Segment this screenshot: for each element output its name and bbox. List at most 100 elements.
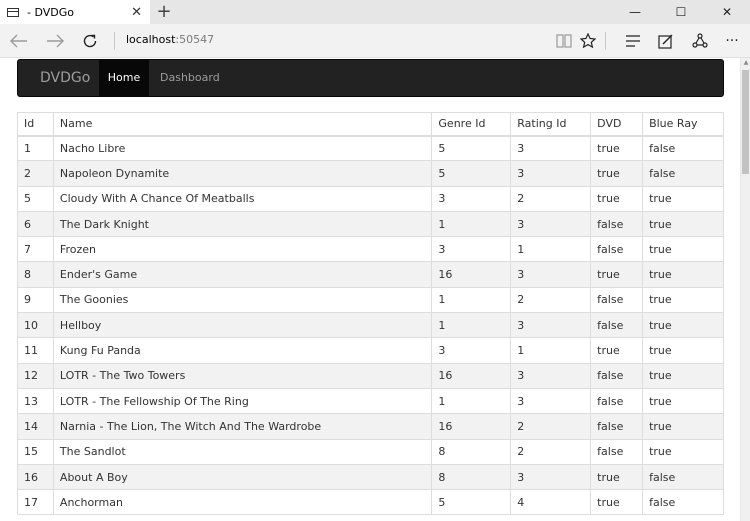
column-header-name: Name <box>52 112 433 137</box>
refresh-button[interactable] <box>73 24 107 58</box>
cell-id: 16 <box>17 463 54 491</box>
cell-blue-ray: true <box>642 286 724 314</box>
address-port: :50547 <box>175 33 215 46</box>
refresh-icon <box>83 34 97 48</box>
table-row: 9 The Goonies 1 2 false true <box>17 286 724 314</box>
cell-genre-id: 5 <box>431 160 512 187</box>
web-note-button[interactable] <box>650 24 682 58</box>
scroll-up-icon[interactable]: ▲ <box>741 58 750 68</box>
window-close-button[interactable]: ✕ <box>704 0 750 24</box>
cell-dvd: false <box>590 286 644 314</box>
cell-name: About A Boy <box>52 463 433 491</box>
table-row: 2 Napoleon Dynamite 5 3 true false <box>17 160 724 187</box>
nav-item-dashboard[interactable]: Dashboard <box>160 60 220 96</box>
column-header-rating-id: Rating Id <box>510 112 592 137</box>
cell-name: The Dark Knight <box>52 210 433 238</box>
tab-close-icon[interactable]: ✕ <box>131 6 142 19</box>
hub-icon <box>626 35 640 47</box>
cell-rating-id: 3 <box>510 463 592 491</box>
cell-dvd: false <box>590 210 644 238</box>
minimize-button[interactable]: — <box>612 0 658 24</box>
column-header-id: Id <box>17 112 54 137</box>
cell-blue-ray: true <box>642 413 724 440</box>
cell-id: 14 <box>17 413 54 440</box>
address-bar[interactable]: localhost:50547 <box>126 33 214 46</box>
table-row: 1 Nacho Libre 5 3 true false <box>17 134 724 162</box>
cell-id: 2 <box>17 160 54 187</box>
cell-dvd: true <box>590 463 644 491</box>
cell-blue-ray: false <box>642 160 724 187</box>
cell-genre-id: 3 <box>431 236 512 263</box>
cell-id: 6 <box>17 210 54 238</box>
cell-genre-id: 1 <box>431 387 512 415</box>
back-button[interactable] <box>2 24 36 58</box>
table-body: 1 Nacho Libre 5 3 true false 2 Napoleon Dynamit… <box>17 134 724 516</box>
maximize-button[interactable]: ☐ <box>658 0 704 24</box>
cell-id: 11 <box>17 337 54 364</box>
cell-id: 7 <box>17 236 54 263</box>
table-row: 12 LOTR - The Two Towers 16 3 false true <box>17 362 724 389</box>
cell-blue-ray: true <box>642 337 724 364</box>
brand-link[interactable]: DVDGo <box>40 60 90 96</box>
cell-genre-id: 1 <box>431 312 512 339</box>
cell-id: 13 <box>17 387 54 415</box>
vertical-scrollbar[interactable]: ▲ <box>740 58 750 521</box>
cell-genre-id: 3 <box>431 185 512 212</box>
cell-id: 5 <box>17 185 54 212</box>
cell-name: Anchorman <box>52 489 433 516</box>
cell-dvd: true <box>590 160 644 187</box>
cell-blue-ray: true <box>642 185 724 212</box>
cell-rating-id: 3 <box>510 261 592 288</box>
forward-button[interactable] <box>38 24 72 58</box>
dvd-table: Id Name Genre Id Rating Id DVD Blue Ray … <box>17 112 724 516</box>
cell-genre-id: 1 <box>431 286 512 314</box>
cell-name: The Sandlot <box>52 438 433 465</box>
cell-dvd: false <box>590 387 644 415</box>
table-row: 13 LOTR - The Fellowship Of The Ring 1 3 fal… <box>17 387 724 415</box>
cell-rating-id: 2 <box>510 438 592 465</box>
web-note-icon <box>658 34 673 49</box>
column-header-dvd: DVD <box>590 112 644 137</box>
toolbar-separator <box>605 32 606 50</box>
cell-dvd: false <box>590 312 644 339</box>
table-header-row: Id Name Genre Id Rating Id DVD Blue Ray <box>17 112 724 137</box>
cell-genre-id: 8 <box>431 438 512 465</box>
cell-rating-id: 3 <box>510 134 592 162</box>
cell-id: 10 <box>17 312 54 339</box>
cell-genre-id: 1 <box>431 210 512 238</box>
cell-rating-id: 1 <box>510 337 592 364</box>
cell-name: Ender's Game <box>52 261 433 288</box>
browser-toolbar: localhost:50547 ··· <box>0 24 750 58</box>
table-row: 10 Hellboy 1 3 false true <box>17 312 724 339</box>
more-button[interactable]: ··· <box>716 24 748 58</box>
table-row: 17 Anchorman 5 4 true false <box>17 489 724 516</box>
browser-tab[interactable]: - DVDGo ✕ <box>0 0 150 24</box>
cell-blue-ray: true <box>642 261 724 288</box>
cell-blue-ray: true <box>642 236 724 263</box>
table-row: 6 The Dark Knight 1 3 false true <box>17 210 724 238</box>
table-row: 5 Cloudy With A Chance Of Meatballs 3 2 true… <box>17 185 724 212</box>
cell-rating-id: 2 <box>510 286 592 314</box>
cell-blue-ray: true <box>642 210 724 238</box>
nav-item-home[interactable]: Home <box>99 60 149 96</box>
cell-name: LOTR - The Fellowship Of The Ring <box>52 387 433 415</box>
scroll-thumb[interactable] <box>742 70 749 174</box>
cell-name: Napoleon Dynamite <box>52 160 433 187</box>
column-header-genre-id: Genre Id <box>431 112 512 137</box>
hub-button[interactable] <box>617 24 649 58</box>
cell-genre-id: 3 <box>431 337 512 364</box>
cell-genre-id: 5 <box>431 134 512 162</box>
favorite-button[interactable] <box>572 24 604 58</box>
cell-id: 12 <box>17 362 54 389</box>
page-favicon-icon <box>7 7 19 17</box>
cell-name: The Goonies <box>52 286 433 314</box>
cell-name: Frozen <box>52 236 433 263</box>
new-tab-button[interactable]: + <box>154 1 174 23</box>
cell-blue-ray: false <box>642 489 724 516</box>
share-button[interactable] <box>684 24 716 58</box>
site-navbar: DVDGo Home Dashboard <box>17 59 724 97</box>
cell-dvd: true <box>590 337 644 364</box>
cell-dvd: true <box>590 185 644 212</box>
cell-dvd: false <box>590 438 644 465</box>
cell-name: Narnia - The Lion, The Witch And The War… <box>52 413 433 440</box>
